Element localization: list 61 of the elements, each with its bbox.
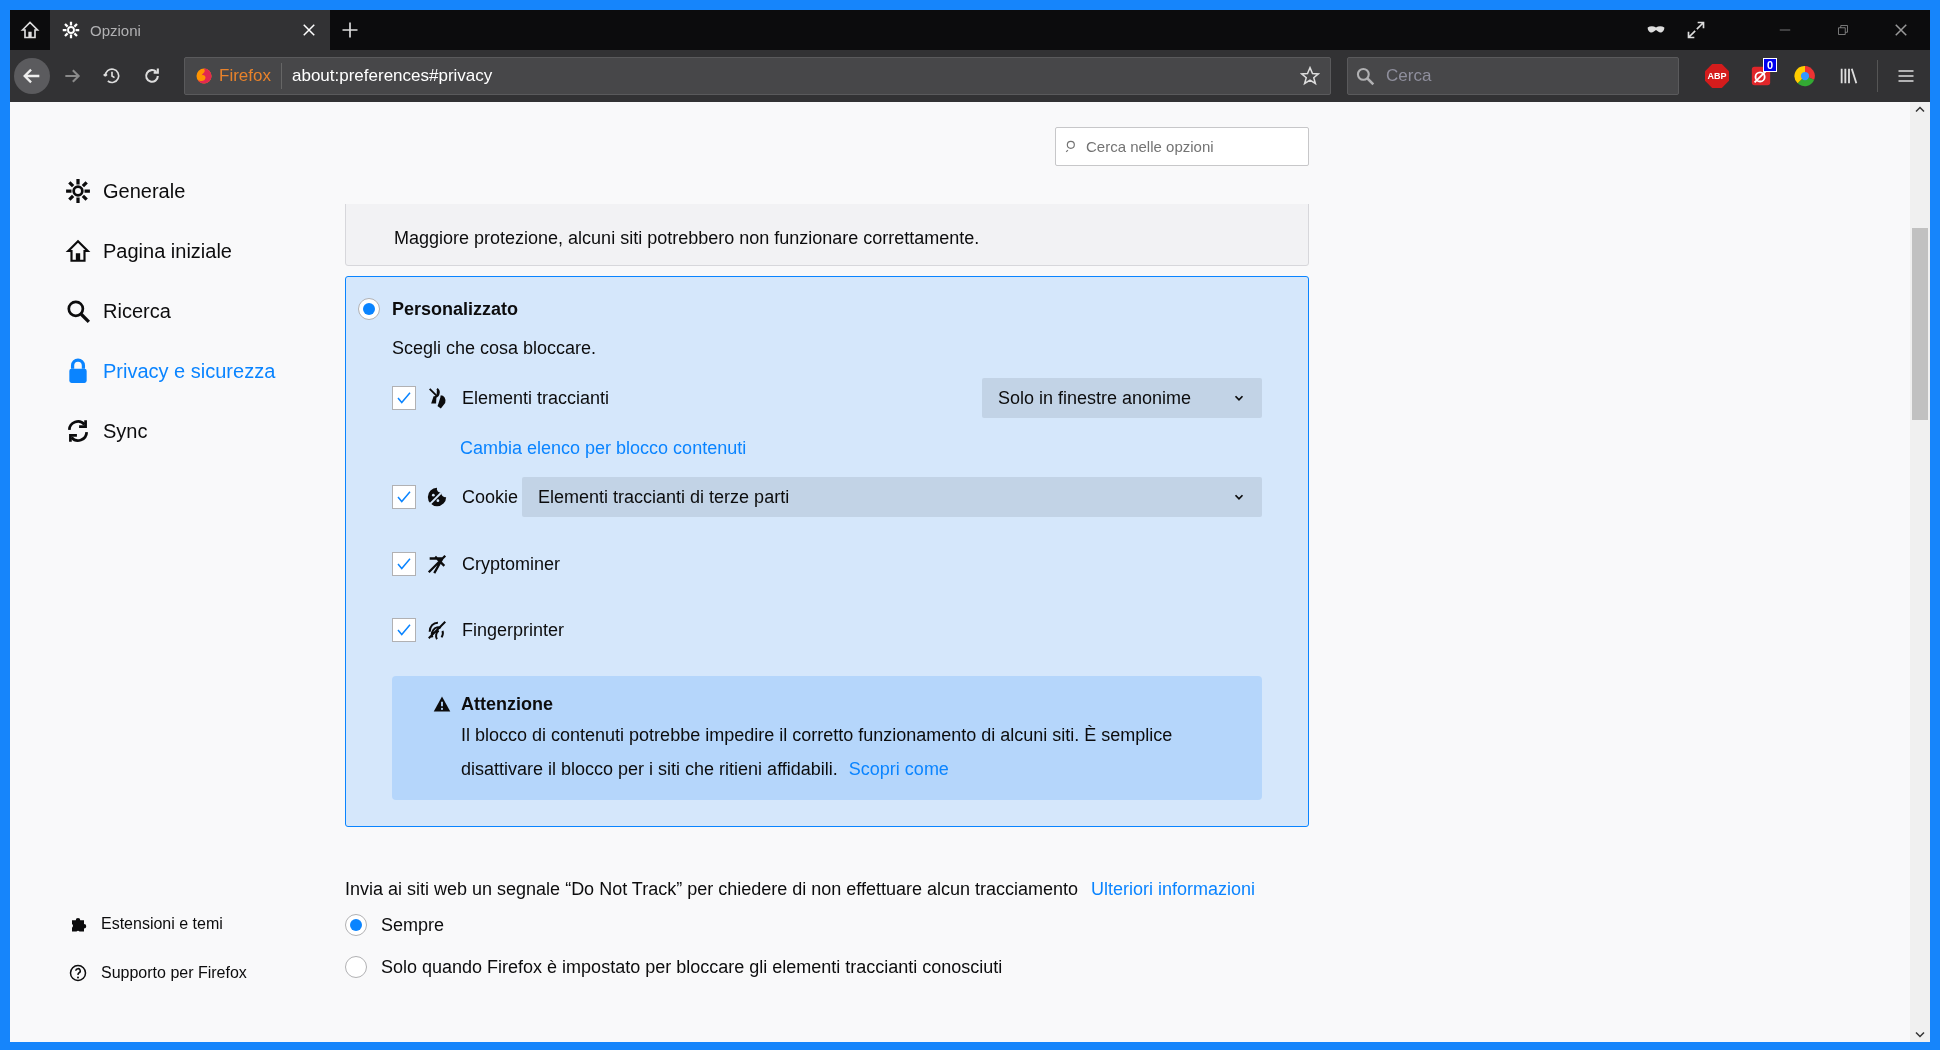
identity-label: Firefox bbox=[219, 66, 271, 86]
search-icon bbox=[1355, 66, 1375, 86]
help-icon bbox=[69, 963, 87, 982]
sidebar-link[interactable]: Estensioni e temi bbox=[65, 899, 345, 948]
radio-label: Solo quando Firefox è impostato per bloccare gli elementi traccianti conosciuti bbox=[381, 956, 1003, 978]
gear-icon bbox=[62, 21, 80, 39]
gear-icon bbox=[65, 178, 91, 204]
web-search-field[interactable]: Cerca bbox=[1347, 57, 1679, 95]
checkbox[interactable] bbox=[392, 618, 416, 642]
bookmark-star-icon[interactable] bbox=[1300, 66, 1320, 86]
radio-label: Sempre bbox=[381, 914, 445, 936]
dropdown[interactable]: Elementi traccianti di terze parti bbox=[522, 477, 1262, 517]
sidebar-item[interactable]: Sync bbox=[65, 401, 345, 461]
address-bar[interactable]: Firefox about:preferences#privacy bbox=[184, 57, 1331, 95]
option-label: Cookie bbox=[462, 486, 519, 508]
option-label: Elementi traccianti bbox=[462, 387, 610, 409]
tracker-icon bbox=[426, 387, 448, 409]
card-description: Scegli che cosa bloccare. bbox=[392, 337, 598, 360]
link[interactable]: Ulteriori informazioni bbox=[1091, 879, 1256, 899]
checkbox[interactable] bbox=[392, 485, 416, 509]
library-icon[interactable] bbox=[1838, 65, 1860, 87]
expand-icon[interactable] bbox=[1686, 20, 1706, 40]
home-icon bbox=[65, 238, 91, 264]
back-button[interactable] bbox=[14, 58, 50, 94]
cookie-icon bbox=[426, 486, 448, 508]
scrollbar-thumb[interactable] bbox=[1912, 228, 1928, 420]
sidebar-link[interactable]: Supporto per Firefox bbox=[65, 948, 345, 997]
close-icon[interactable] bbox=[1892, 21, 1910, 39]
warning-title: Attenzione bbox=[461, 693, 553, 716]
warning-icon bbox=[433, 695, 451, 713]
card-description: Maggiore protezione, alcuni siti potrebbero non funzionare correttamente. bbox=[394, 228, 980, 250]
sync-icon bbox=[65, 418, 91, 444]
option-label: Cryptominer bbox=[462, 553, 561, 575]
option-label: Fingerprinter bbox=[462, 619, 565, 641]
history-icon[interactable] bbox=[102, 66, 122, 86]
url-text: about:preferences#privacy bbox=[290, 66, 494, 86]
home-icon[interactable] bbox=[20, 20, 40, 40]
sidebar-item[interactable]: Ricerca bbox=[65, 281, 345, 341]
radio-button[interactable] bbox=[345, 956, 367, 978]
count-badge: 0 bbox=[1762, 58, 1777, 72]
checkbox[interactable] bbox=[392, 552, 416, 576]
sidebar-item[interactable]: Privacy e sicurezza bbox=[65, 341, 345, 401]
adblock-icon[interactable]: ABP bbox=[1705, 64, 1729, 88]
browser-tab[interactable]: Opzioni bbox=[50, 10, 330, 50]
sidebar-item[interactable]: Pagina iniziale bbox=[65, 221, 345, 281]
search-icon bbox=[65, 298, 91, 324]
extension-icon[interactable] bbox=[1794, 65, 1816, 87]
card-title: Personalizzato bbox=[392, 298, 520, 321]
close-icon[interactable] bbox=[300, 21, 318, 39]
new-tab-icon[interactable] bbox=[340, 20, 360, 40]
browser-logo-icon bbox=[195, 67, 213, 85]
warning-text: Il blocco di contenuti potrebbe impedire il corretto funzionamento di alcuni siti. È semplice disattivare il blocco per i siti che ritieni affidabili. Scopri come bbox=[461, 724, 1174, 781]
options-search-field[interactable]: Cerca nelle opzioni bbox=[1055, 127, 1309, 166]
fingerprint-icon bbox=[426, 619, 448, 641]
dropdown[interactable]: Solo in finestre anonime bbox=[982, 378, 1262, 418]
reload-icon[interactable] bbox=[142, 66, 162, 86]
checkbox[interactable] bbox=[392, 386, 416, 410]
radio-button[interactable] bbox=[345, 914, 367, 936]
dnt-description: Invia ai siti web un segnale “Do Not Track” per chiedere di non effettuare alcun tracciamento Ulteriori informazioni bbox=[345, 878, 1257, 901]
sidebar-item[interactable]: Generale bbox=[65, 161, 345, 221]
radio-button[interactable] bbox=[358, 298, 380, 320]
